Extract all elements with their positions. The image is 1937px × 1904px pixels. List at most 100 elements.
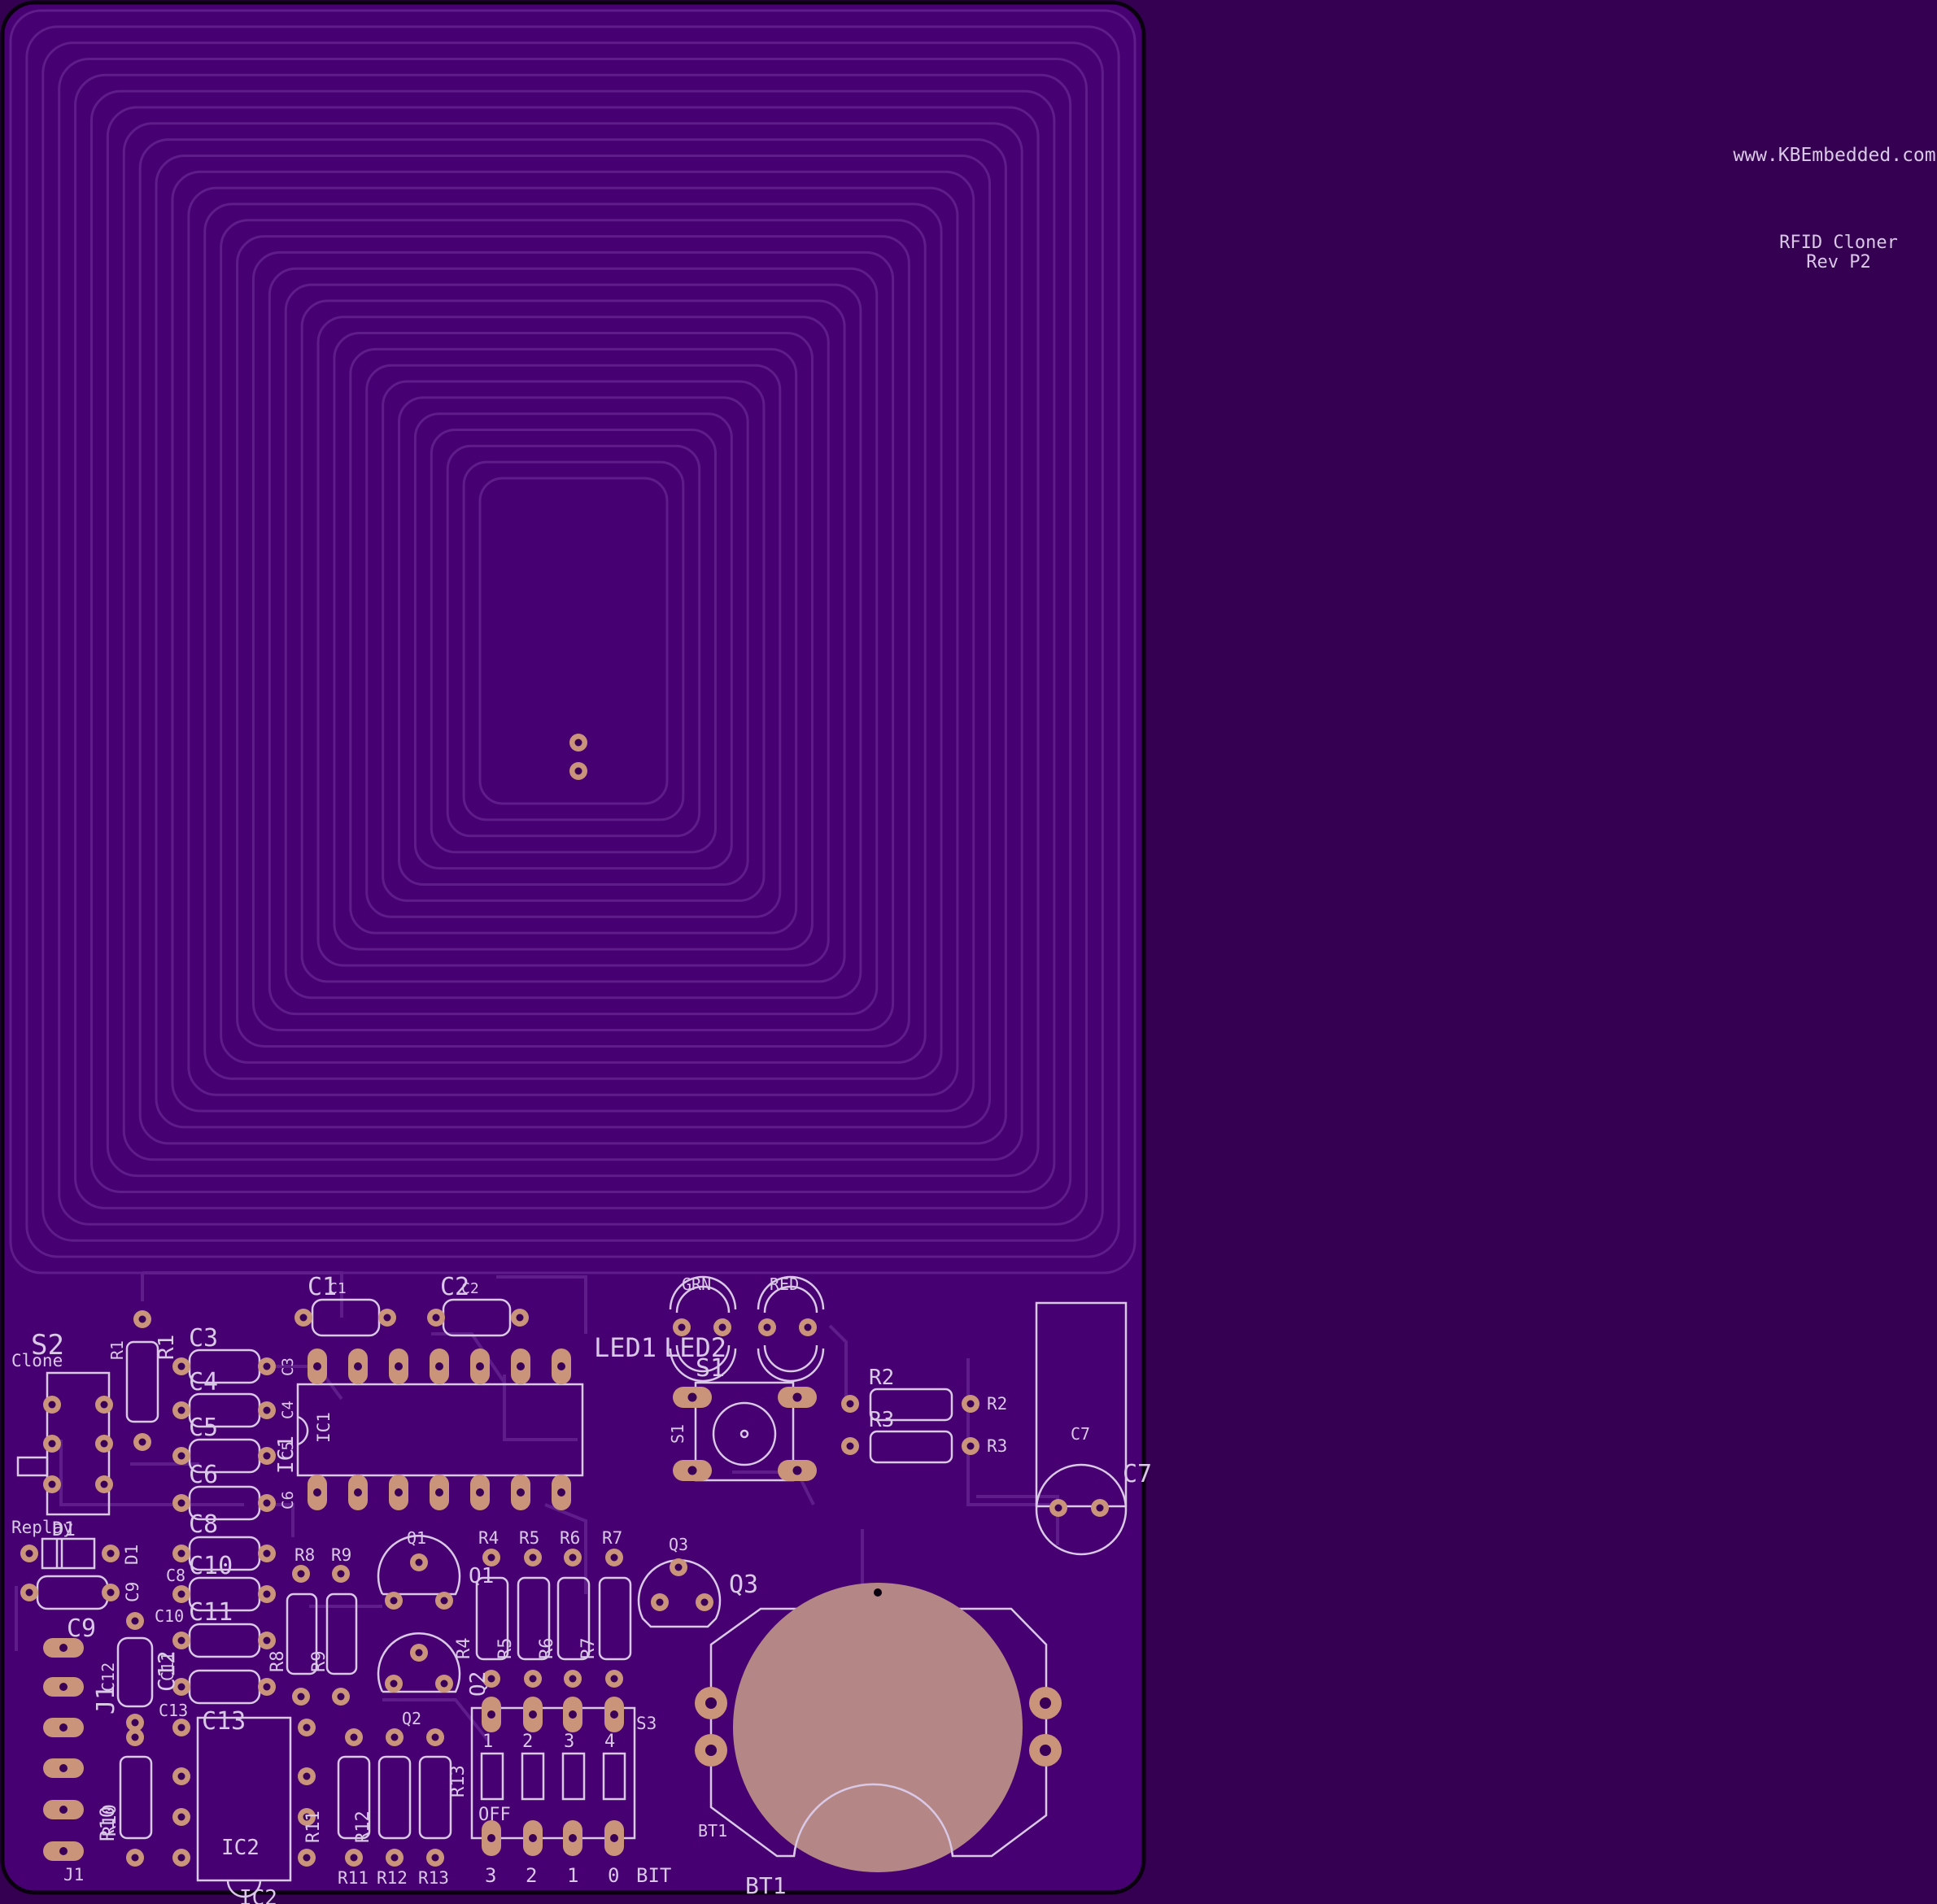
silk-label-d1: D1 bbox=[122, 1545, 142, 1565]
ic1-pin bbox=[430, 1348, 449, 1384]
pad bbox=[258, 1585, 276, 1603]
silk-label-j1s: J1 bbox=[92, 1685, 120, 1714]
silk-label-c7: C7 bbox=[1071, 1424, 1090, 1444]
silk-label-c6: C6 bbox=[189, 1461, 218, 1489]
pad bbox=[651, 1593, 669, 1611]
silk-label-r5s: R5 bbox=[495, 1638, 516, 1660]
pad bbox=[345, 1849, 363, 1867]
silk-label-j1: J1 bbox=[63, 1865, 84, 1884]
pad bbox=[133, 1310, 151, 1328]
pad bbox=[102, 1545, 120, 1562]
pad bbox=[385, 1675, 403, 1693]
silk-label-q1s: Q1 bbox=[469, 1564, 494, 1588]
pad bbox=[841, 1395, 859, 1413]
j1-pin bbox=[43, 1841, 84, 1861]
silk-label-sw4: 4 bbox=[604, 1732, 615, 1752]
silk-label-c13s: C13 bbox=[159, 1701, 188, 1720]
j1-pin bbox=[43, 1677, 84, 1697]
pad bbox=[511, 1309, 529, 1327]
silk-label-c4s: C4 bbox=[279, 1401, 297, 1419]
j1-pin bbox=[43, 1800, 84, 1819]
pad bbox=[126, 1612, 144, 1630]
ic1-pin bbox=[389, 1348, 408, 1384]
s3-pin bbox=[604, 1820, 624, 1856]
s1-pad bbox=[673, 1460, 712, 1481]
silk-label-c13: C13 bbox=[202, 1707, 246, 1736]
s1-pad bbox=[778, 1387, 817, 1408]
s3-pin bbox=[604, 1697, 624, 1732]
silk-label-c3s: C3 bbox=[279, 1357, 297, 1376]
ic1-pin bbox=[470, 1475, 490, 1510]
silk-label-c1s: C1 bbox=[329, 1280, 347, 1297]
pcb-board-drawing: C1C1 C2C2 GRN REDLED1 LED2S1S1R2R2R3R3C7C7S2… bbox=[0, 0, 1152, 1904]
silk-label-q3: Q3 bbox=[669, 1535, 688, 1554]
s3-pin bbox=[523, 1697, 543, 1732]
pad bbox=[1049, 1499, 1067, 1517]
silk-label-ic2s: IC2 bbox=[221, 1836, 260, 1860]
silk-label-bit: BIT bbox=[636, 1864, 671, 1887]
silk-label-r3s: R3 bbox=[987, 1436, 1007, 1456]
silk-label-q2: Q2 bbox=[402, 1709, 421, 1728]
pad bbox=[332, 1565, 350, 1583]
pad bbox=[126, 1728, 144, 1746]
pad bbox=[332, 1688, 350, 1706]
pad bbox=[258, 1447, 276, 1465]
pad bbox=[95, 1396, 113, 1414]
pad bbox=[410, 1553, 428, 1571]
silk-label-q3s: Q3 bbox=[729, 1571, 758, 1599]
silk-label-r13: R13 bbox=[448, 1765, 469, 1797]
battery-pad bbox=[733, 1583, 1023, 1872]
ic1-pin bbox=[348, 1475, 368, 1510]
pad bbox=[962, 1395, 979, 1413]
pad bbox=[95, 1435, 113, 1453]
pad bbox=[172, 1719, 190, 1736]
silk-label-r4: R4 bbox=[478, 1528, 499, 1548]
pad bbox=[172, 1545, 190, 1562]
pad bbox=[426, 1728, 444, 1746]
s3-pin bbox=[482, 1820, 501, 1856]
pad bbox=[696, 1593, 713, 1611]
pad bbox=[564, 1670, 582, 1688]
s3-pin bbox=[523, 1820, 543, 1856]
ic1-pin bbox=[308, 1348, 327, 1384]
s3-pin bbox=[482, 1697, 501, 1732]
pad bbox=[386, 1849, 404, 1867]
silk-label-s1: S1 bbox=[696, 1354, 725, 1383]
pad bbox=[258, 1632, 276, 1649]
pad bbox=[427, 1309, 445, 1327]
silk-label-ic1s: IC1 bbox=[274, 1436, 299, 1474]
pad bbox=[172, 1585, 190, 1603]
pad bbox=[258, 1357, 276, 1375]
silk-label-r1s: R1 bbox=[107, 1340, 127, 1360]
silk-label-q2s: Q2 bbox=[466, 1671, 491, 1697]
silk-label-bt1: BT1 bbox=[745, 1872, 787, 1899]
silk-label-c10: C10 bbox=[189, 1552, 233, 1580]
pad bbox=[385, 1592, 403, 1610]
silk-label-d1s: D1 bbox=[52, 1518, 76, 1540]
pad bbox=[172, 1849, 190, 1867]
silk-label-r5: R5 bbox=[519, 1528, 539, 1548]
pad bbox=[258, 1494, 276, 1512]
silk-label-r7: R7 bbox=[602, 1528, 622, 1548]
pad bbox=[569, 734, 587, 752]
pad bbox=[435, 1675, 453, 1693]
silk-label-c5: C5 bbox=[189, 1414, 218, 1442]
pad bbox=[605, 1670, 623, 1688]
silk-label-bit2: 2 bbox=[526, 1864, 537, 1887]
pad bbox=[20, 1584, 38, 1601]
pad bbox=[841, 1437, 859, 1455]
ic1-pin bbox=[348, 1348, 368, 1384]
silk-label-sw2: 2 bbox=[522, 1732, 533, 1752]
pad bbox=[133, 1433, 151, 1451]
pad bbox=[962, 1437, 979, 1455]
silk-label-red: RED bbox=[770, 1274, 799, 1294]
silk-label-led1: LED1 bbox=[594, 1332, 657, 1363]
pad bbox=[569, 762, 587, 780]
pad bbox=[43, 1435, 61, 1453]
silk-label-sw1: 1 bbox=[482, 1732, 493, 1752]
ic1-pin bbox=[552, 1348, 571, 1384]
silk-label-c12: C12 bbox=[153, 1650, 180, 1692]
pad bbox=[378, 1309, 396, 1327]
s3-pin bbox=[563, 1697, 582, 1732]
s3-pin bbox=[563, 1820, 582, 1856]
